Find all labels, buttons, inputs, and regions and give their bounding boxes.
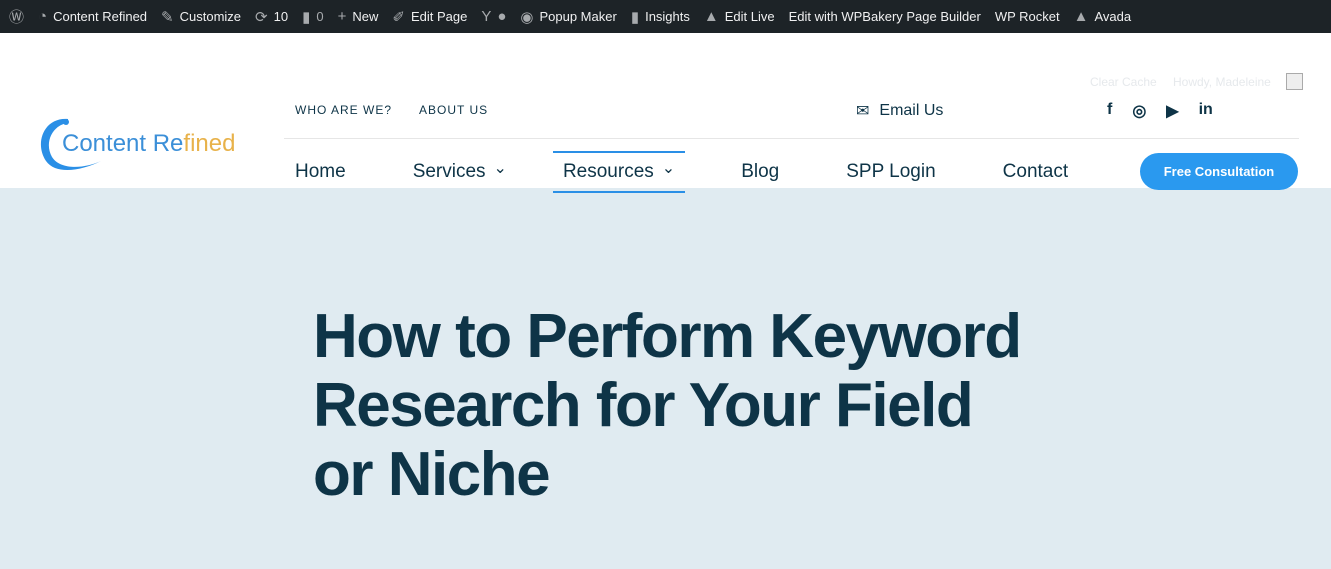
divider xyxy=(284,138,1299,139)
nav-services[interactable]: Services ⌄ xyxy=(413,151,507,193)
avada-icon: ▲ xyxy=(1073,8,1089,25)
admin-item-4[interactable]: ▮ 0 xyxy=(295,0,331,33)
nav-spp-login[interactable]: SPP Login xyxy=(846,151,935,193)
about-us-link[interactable]: ABOUT US xyxy=(419,103,488,117)
svg-text:Content Refined: Content Refined xyxy=(62,130,235,157)
admin-item-label: Edit with WPBakery Page Builder xyxy=(788,9,981,24)
admin-item-11[interactable]: Edit with WPBakery Page Builder xyxy=(782,0,988,33)
nav-contact[interactable]: Contact xyxy=(1003,151,1068,193)
avada-icon: ▲ xyxy=(703,8,719,25)
admin-item-2[interactable]: ✎ Customize xyxy=(154,0,248,33)
admin-item-label: Customize xyxy=(179,9,242,24)
dashboard-icon: ◔ xyxy=(38,8,48,25)
admin-item-0[interactable]: Ⓦ xyxy=(2,0,31,33)
nav-label: SPP Login xyxy=(846,161,936,182)
admin-item-1[interactable]: ◔ Content Refined xyxy=(31,0,154,33)
howdy-user[interactable]: Howdy, Madeleine xyxy=(1173,75,1271,89)
admin-item-label: Edit Page xyxy=(410,9,468,24)
nav-label: Home xyxy=(295,161,346,182)
admin-item-label: Insights xyxy=(645,9,690,24)
admin-item-label: Avada xyxy=(1094,9,1132,24)
bar-chart-icon: ▮ xyxy=(630,8,640,26)
envelope-icon: ✉ xyxy=(856,103,870,120)
updates-icon: ⟳ xyxy=(255,8,268,26)
plus-icon: + xyxy=(337,8,347,25)
admin-item-9[interactable]: ▮ Insights xyxy=(624,0,697,33)
free-consultation-button[interactable]: Free Consultation xyxy=(1140,153,1298,190)
admin-item-label: WP Rocket xyxy=(994,9,1060,24)
facebook-icon[interactable]: f xyxy=(1107,101,1112,121)
admin-item-label: 10 xyxy=(273,9,289,24)
brush-icon: ✎ xyxy=(161,8,174,26)
admin-item-3[interactable]: ⟳ 10 xyxy=(248,0,295,33)
logo[interactable]: Content Refined xyxy=(36,113,251,175)
page-title: How to Perform Keyword Research for Your… xyxy=(313,302,1022,509)
admin-item-label: New xyxy=(352,9,379,24)
who-are-we-link[interactable]: WHO ARE WE? xyxy=(295,103,392,117)
nav-label: Services xyxy=(412,161,486,182)
clear-cache-link[interactable]: Clear Cache xyxy=(1090,75,1157,89)
nav-label: Blog xyxy=(741,161,780,182)
status-dot-icon: ● xyxy=(497,8,507,25)
admin-item-label: Popup Maker xyxy=(539,9,617,24)
admin-item-label: 0 xyxy=(316,9,324,24)
admin-item-label: Edit Live xyxy=(724,9,775,24)
youtube-icon[interactable]: ▶ xyxy=(1166,101,1178,121)
admin-item-13[interactable]: ▲ Avada xyxy=(1067,0,1139,33)
admin-item-6[interactable]: ✐ Edit Page xyxy=(385,0,474,33)
nav-blog[interactable]: Blog xyxy=(741,151,779,193)
chevron-down-icon: ⌄ xyxy=(661,160,676,177)
admin-bar: Ⓦ ◔ Content Refined ✎ Customize ⟳ 10 ▮ 0 + New ✐ Edi… xyxy=(0,0,1331,33)
admin-item-8[interactable]: ◉ Popup Maker xyxy=(513,0,623,33)
avatar[interactable] xyxy=(1286,73,1303,90)
site-header: Clear Cache Howdy, Madeleine Content Ref… xyxy=(0,33,1331,193)
nav-home[interactable]: Home xyxy=(295,151,346,193)
nav-label: Contact xyxy=(1002,161,1069,182)
wordpress-icon: Ⓦ xyxy=(9,9,25,26)
pencil-icon: ✐ xyxy=(392,8,405,26)
main-nav: Home Services ⌄ Resources ⌄ Blog SPP Login Cont… xyxy=(295,151,1068,193)
email-us-link[interactable]: ✉ Email Us xyxy=(856,101,943,121)
admin-item-12[interactable]: WP Rocket xyxy=(988,0,1067,33)
chevron-down-icon: ⌄ xyxy=(493,160,507,177)
nav-label: Resources xyxy=(562,161,654,182)
admin-item-5[interactable]: + New xyxy=(331,0,386,33)
popup-maker-icon: ◉ xyxy=(520,8,534,26)
nav-resources[interactable]: Resources ⌄ xyxy=(552,151,686,193)
linkedin-icon[interactable]: in xyxy=(1199,101,1213,121)
comment-icon: ▮ xyxy=(302,8,311,26)
admin-item-7[interactable]: Y ● xyxy=(474,0,513,33)
instagram-icon[interactable]: ◎ xyxy=(1132,101,1146,121)
yoast-icon: Y xyxy=(481,8,492,25)
admin-item-label: Content Refined xyxy=(53,9,148,24)
admin-item-10[interactable]: ▲ Edit Live xyxy=(697,0,782,33)
